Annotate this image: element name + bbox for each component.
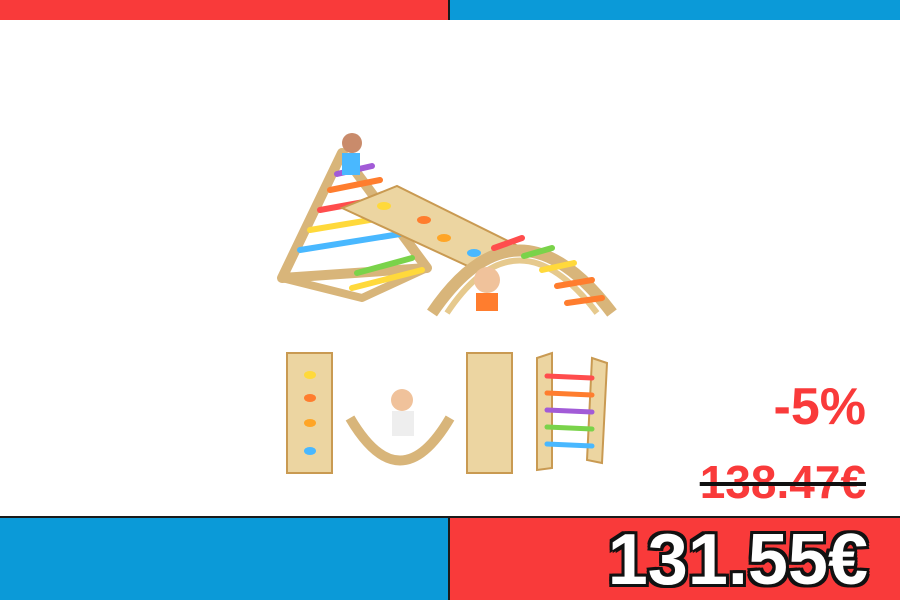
product-image xyxy=(277,133,617,474)
climbing-set-icon xyxy=(277,133,617,474)
old-price: 138.47€ xyxy=(699,456,866,508)
discount-badge: -5% xyxy=(773,378,866,436)
bottom-bar-left xyxy=(0,516,450,600)
top-bar-right xyxy=(450,0,900,20)
top-bar-left xyxy=(0,0,448,20)
current-price: 131.55€ xyxy=(607,520,868,600)
